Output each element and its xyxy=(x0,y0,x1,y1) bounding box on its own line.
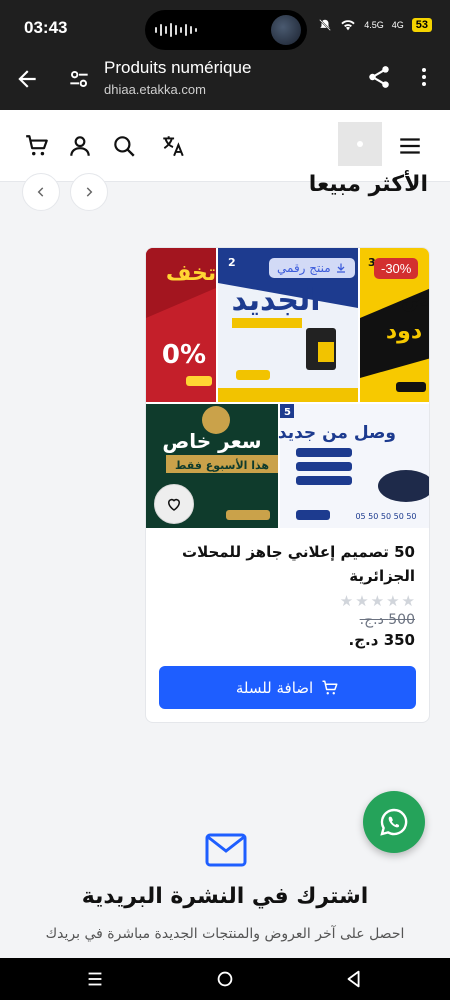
battery-icon: 53 xyxy=(411,18,432,32)
star-icon: ★ xyxy=(386,592,400,610)
whatsapp-button[interactable] xyxy=(363,791,425,853)
browser-toolbar: Produits numérique dhiaa.etakka.com xyxy=(0,58,450,110)
user-icon[interactable] xyxy=(67,133,93,159)
carousel-next-button[interactable] xyxy=(70,173,108,211)
recents-icon[interactable] xyxy=(84,968,106,990)
system-nav-bar xyxy=(0,958,450,1000)
newsletter-title: اشترك في النشرة البريدية xyxy=(81,884,369,909)
star-icon: ★ xyxy=(339,592,354,610)
more-options-icon[interactable] xyxy=(412,64,436,90)
rating-stars: ★ ★ ★ ★ ★ xyxy=(340,592,415,610)
image-text-n2: 2 xyxy=(228,256,236,269)
download-icon xyxy=(336,263,345,273)
product-card[interactable]: تخف 0% 2 الجديد 3 ض دود سعر خاص هذا الأس… xyxy=(145,247,430,723)
audio-wave-icon xyxy=(155,22,197,38)
whatsapp-icon xyxy=(380,808,408,836)
site-logo[interactable] xyxy=(338,122,382,166)
star-icon: ★ xyxy=(355,592,369,610)
star-icon: ★ xyxy=(370,592,385,610)
cart-icon xyxy=(322,680,338,694)
status-time: 03:43 xyxy=(24,18,68,37)
hamburger-menu-icon[interactable] xyxy=(397,133,423,159)
star-icon: ★ xyxy=(401,592,415,610)
chevron-right-icon xyxy=(86,187,93,197)
image-text-t4: دود xyxy=(386,319,422,344)
album-art-icon xyxy=(271,15,301,45)
old-price: 500 د.ج. xyxy=(359,612,415,628)
image-text-t1: تخف xyxy=(166,261,216,286)
digital-product-label: منتج رقمي xyxy=(277,261,331,275)
image-text-pct: 0% xyxy=(162,340,206,370)
digital-product-badge: منتج رقمي xyxy=(269,258,355,278)
mute-icon xyxy=(319,19,332,31)
mail-icon xyxy=(205,833,247,867)
section-title: الأكثر مبيعا xyxy=(308,172,428,197)
chevron-left-icon xyxy=(37,187,44,197)
page-title[interactable]: Produits numérique xyxy=(104,58,251,78)
image-text-n5: 5 xyxy=(284,407,291,418)
product-name[interactable]: 50 تصميم إعلاني جاهز للمحلات الجزائرية xyxy=(165,540,415,588)
product-image[interactable]: تخف 0% 2 الجديد 3 ض دود سعر خاص هذا الأس… xyxy=(146,248,430,528)
status-icons: 4.5G 4G 53 xyxy=(318,18,432,32)
status-bar: 03:43 4.5G 4G 53 xyxy=(0,0,450,58)
back-arrow-icon[interactable] xyxy=(14,66,40,92)
image-text-t3: ض xyxy=(401,287,430,312)
newsletter-subtitle: احصل على آخر العروض والمنتجات الجديدة مب… xyxy=(45,926,405,942)
signal-4g-icon: 4G xyxy=(391,20,404,30)
discount-badge: -30% xyxy=(374,258,419,279)
image-text-phone: 05 50 50 50 50 xyxy=(355,512,416,521)
site-settings-icon[interactable] xyxy=(66,66,92,92)
page-url[interactable]: dhiaa.etakka.com xyxy=(104,82,206,97)
signal-45g-icon: 4.5G xyxy=(364,20,384,30)
search-icon[interactable] xyxy=(111,133,137,159)
image-text-t6: هذا الأسبوع فقط xyxy=(175,458,269,472)
cart-icon[interactable] xyxy=(24,133,50,159)
new-price: 350 د.ج. xyxy=(348,631,415,649)
heart-icon xyxy=(167,498,181,511)
add-to-cart-button[interactable]: اضافة للسلة xyxy=(159,666,416,709)
wishlist-button[interactable] xyxy=(154,484,194,524)
translate-icon[interactable] xyxy=(160,133,186,159)
add-to-cart-label: اضافة للسلة xyxy=(235,678,314,697)
back-icon[interactable] xyxy=(343,968,365,990)
dynamic-island xyxy=(145,10,307,50)
wifi-icon xyxy=(341,20,355,31)
image-text-t2: الجديد xyxy=(231,283,320,318)
carousel-prev-button[interactable] xyxy=(22,173,60,211)
image-text-t5: سعر خاص xyxy=(162,429,261,453)
share-icon[interactable] xyxy=(366,64,392,90)
home-icon[interactable] xyxy=(214,968,236,990)
image-text-t7: وصل من جديد xyxy=(278,423,396,443)
